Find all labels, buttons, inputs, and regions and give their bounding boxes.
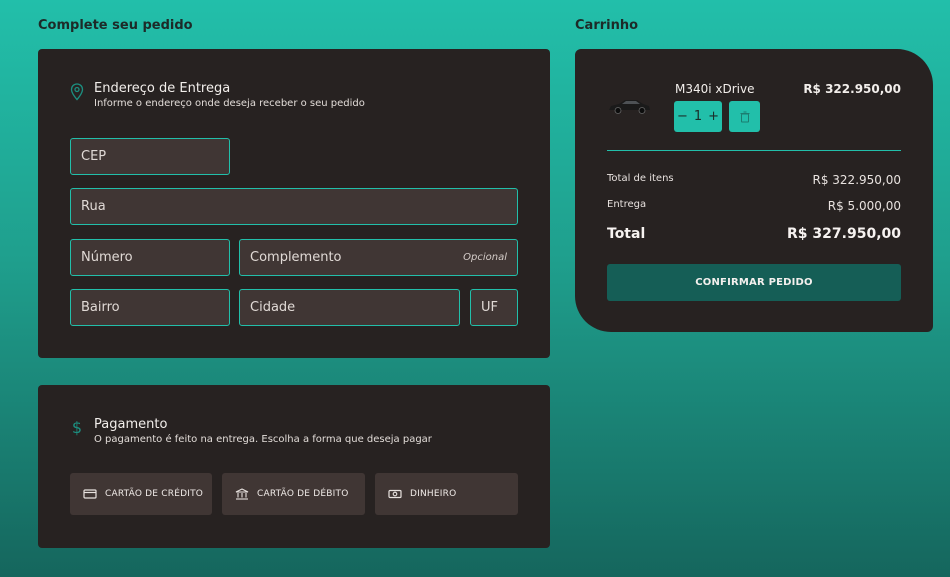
total-label: Total <box>607 226 646 242</box>
product-name: M340i xDrive <box>675 82 755 96</box>
payment-subtitle: O pagamento é feito na entrega. Escolha … <box>94 434 432 445</box>
number-placeholder: Número <box>81 250 133 265</box>
items-total-row: Total de itens R$ 322.950,00 <box>607 173 901 187</box>
cep-placeholder: CEP <box>81 149 107 164</box>
credit-card-label: CARTÃO DE CRÉDITO <box>105 489 204 499</box>
dollar-icon: $ <box>72 419 82 437</box>
items-total-label: Total de itens <box>607 173 674 184</box>
trash-icon <box>740 111 749 122</box>
cart-title: Carrinho <box>575 18 639 33</box>
state-field[interactable]: UF <box>470 289 518 326</box>
address-title: Endereço de Entrega <box>94 81 231 96</box>
credit-card-button[interactable]: CARTÃO DE CRÉDITO <box>70 473 212 515</box>
complement-optional-hint: Opcional <box>463 252 507 263</box>
decrease-button[interactable]: − <box>677 109 688 124</box>
city-placeholder: Cidade <box>250 300 296 315</box>
increase-button[interactable]: + <box>708 109 719 124</box>
cash-button[interactable]: DINHEIRO <box>375 473 518 515</box>
street-field[interactable]: Rua <box>70 188 518 225</box>
address-header: Endereço de Entrega Informe o endereço o… <box>70 81 365 109</box>
product-price: R$ 322.950,00 <box>803 82 901 96</box>
payment-title: Pagamento <box>94 417 168 432</box>
cep-field[interactable]: CEP <box>70 138 230 175</box>
total-value: R$ 327.950,00 <box>787 226 901 242</box>
cart-divider <box>607 150 901 151</box>
checkout-title: Complete seu pedido <box>38 18 193 33</box>
payment-header: $ Pagamento O pagamento é feito na entre… <box>70 417 432 445</box>
address-subtitle: Informe o endereço onde deseja receber o… <box>94 98 365 109</box>
number-field[interactable]: Número <box>70 239 230 276</box>
complement-placeholder: Complemento <box>250 250 342 265</box>
cash-label: DINHEIRO <box>410 489 457 499</box>
address-card: Endereço de Entrega Informe o endereço o… <box>38 49 550 358</box>
city-field[interactable]: Cidade <box>239 289 460 326</box>
svg-text:$: $ <box>72 419 82 437</box>
money-icon <box>388 489 402 499</box>
credit-card-icon <box>83 489 97 499</box>
map-pin-icon <box>70 83 84 101</box>
quantity-stepper[interactable]: − 1 + <box>674 101 722 132</box>
street-placeholder: Rua <box>81 199 106 214</box>
state-placeholder: UF <box>481 300 498 315</box>
delivery-row: Entrega R$ 5.000,00 <box>607 199 901 213</box>
complement-field[interactable]: Complemento Opcional <box>239 239 518 276</box>
cart-card: M340i xDrive R$ 322.950,00 − 1 + Total d… <box>575 49 933 332</box>
delivery-value: R$ 5.000,00 <box>827 199 901 213</box>
debit-card-label: CARTÃO DE DÉBITO <box>257 489 349 499</box>
neighborhood-placeholder: Bairro <box>81 300 120 315</box>
total-row: Total R$ 327.950,00 <box>607 226 901 242</box>
neighborhood-field[interactable]: Bairro <box>70 289 230 326</box>
debit-card-button[interactable]: CARTÃO DE DÉBITO <box>222 473 365 515</box>
bank-icon <box>235 488 249 500</box>
payment-card: $ Pagamento O pagamento é feito na entre… <box>38 385 550 548</box>
remove-item-button[interactable] <box>729 101 760 132</box>
delivery-label: Entrega <box>607 199 647 210</box>
confirm-order-button[interactable]: CONFIRMAR PEDIDO <box>607 264 901 301</box>
car-image <box>609 100 650 114</box>
items-total-value: R$ 322.950,00 <box>812 173 902 187</box>
quantity-value: 1 <box>693 109 703 124</box>
